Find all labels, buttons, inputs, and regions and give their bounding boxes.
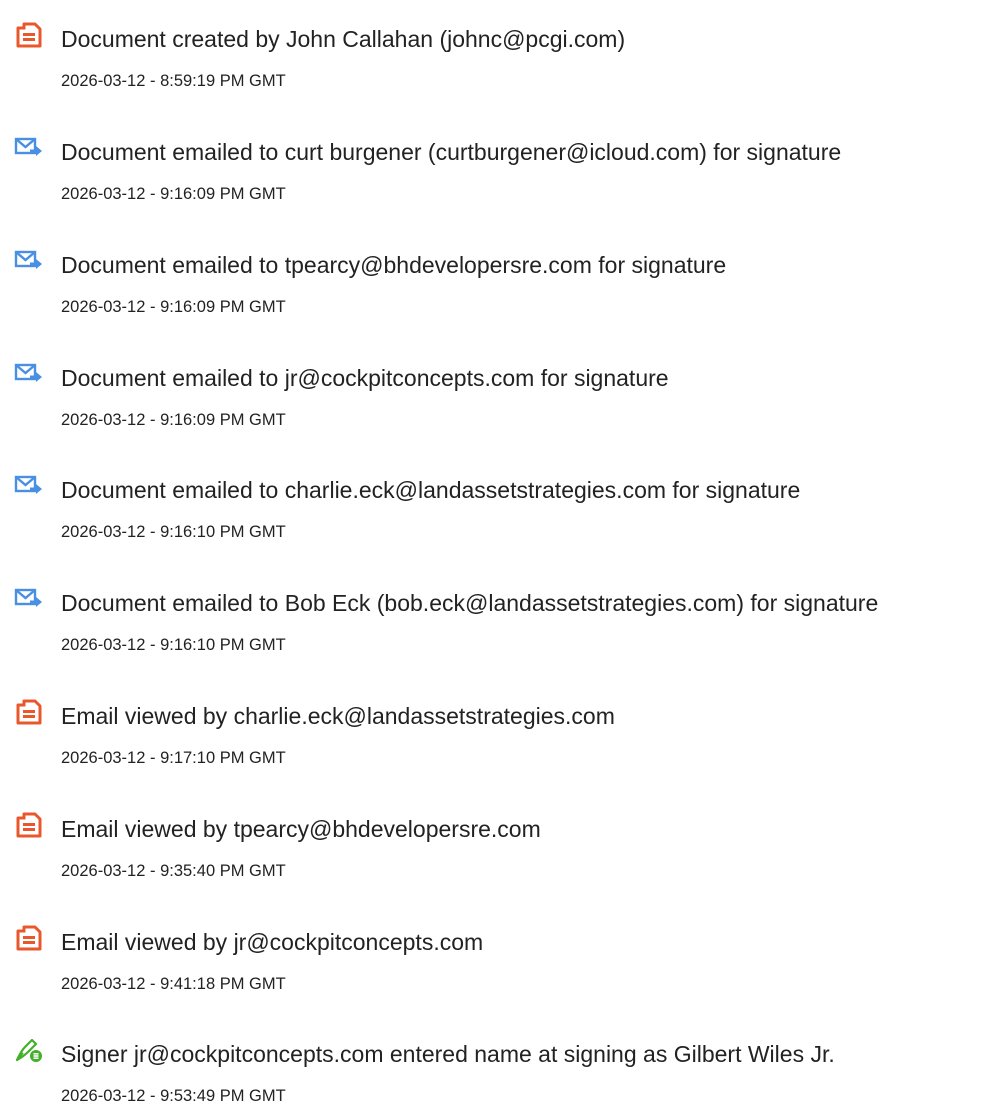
event-timestamp: 2026-03-12 - 9:16:09 PM GMT xyxy=(61,298,286,316)
audit-event: Email viewed by jr@cockpitconcepts.com 2… xyxy=(0,915,1008,995)
event-description: Document emailed to Bob Eck (bob.eck@lan… xyxy=(61,590,879,616)
event-description: Document emailed to tpearcy@bhdevelopers… xyxy=(61,252,727,278)
audit-event: Email viewed by tpearcy@bhdevelopersre.c… xyxy=(0,802,1008,882)
audit-event: Email viewed by charlie.eck@landassetstr… xyxy=(0,689,1008,769)
audit-event: Document created by John Callahan (johnc… xyxy=(0,12,1008,92)
event-timestamp: 2026-03-12 - 9:16:10 PM GMT xyxy=(61,523,286,541)
event-timestamp: 2026-03-12 - 9:41:18 PM GMT xyxy=(61,975,286,993)
event-description: Document emailed to jr@cockpitconcepts.c… xyxy=(61,365,669,391)
event-timestamp: 2026-03-12 - 9:17:10 PM GMT xyxy=(61,749,286,767)
email-sent-icon xyxy=(14,473,46,499)
event-description: Document created by John Callahan (johnc… xyxy=(61,26,626,52)
document-icon xyxy=(14,812,46,838)
email-sent-icon xyxy=(14,135,46,161)
audit-event: Document emailed to charlie.eck@landasse… xyxy=(0,463,1008,543)
event-description: Document emailed to charlie.eck@landasse… xyxy=(61,477,801,503)
event-timestamp: 2026-03-12 - 9:16:09 PM GMT xyxy=(61,185,286,203)
event-timestamp: 2026-03-12 - 9:16:10 PM GMT xyxy=(61,636,286,654)
audit-event: Document emailed to Bob Eck (bob.eck@lan… xyxy=(0,576,1008,656)
email-sent-icon xyxy=(14,361,46,387)
audit-event: Document emailed to tpearcy@bhdevelopers… xyxy=(0,238,1008,318)
event-timestamp: 2026-03-12 - 9:53:49 PM GMT xyxy=(61,1087,286,1105)
document-icon xyxy=(14,22,46,48)
event-description: Signer jr@cockpitconcepts.com entered na… xyxy=(61,1041,835,1067)
audit-event: Signer jr@cockpitconcepts.com entered na… xyxy=(0,1027,1008,1107)
document-icon xyxy=(14,699,46,725)
event-description: Email viewed by jr@cockpitconcepts.com xyxy=(61,929,484,955)
event-description: Email viewed by charlie.eck@landassetstr… xyxy=(61,703,615,729)
document-icon xyxy=(14,925,46,951)
event-description: Email viewed by tpearcy@bhdevelopersre.c… xyxy=(61,816,541,842)
signer-pen-icon xyxy=(14,1037,46,1063)
email-sent-icon xyxy=(14,586,46,612)
email-sent-icon xyxy=(14,248,46,274)
event-timestamp: 2026-03-12 - 9:35:40 PM GMT xyxy=(61,862,286,880)
event-timestamp: 2026-03-12 - 8:59:19 PM GMT xyxy=(61,72,286,90)
event-description: Document emailed to curt burgener (curtb… xyxy=(61,139,842,165)
audit-event: Document emailed to curt burgener (curtb… xyxy=(0,125,1008,205)
event-timestamp: 2026-03-12 - 9:16:09 PM GMT xyxy=(61,411,286,429)
audit-event: Document emailed to jr@cockpitconcepts.c… xyxy=(0,351,1008,431)
